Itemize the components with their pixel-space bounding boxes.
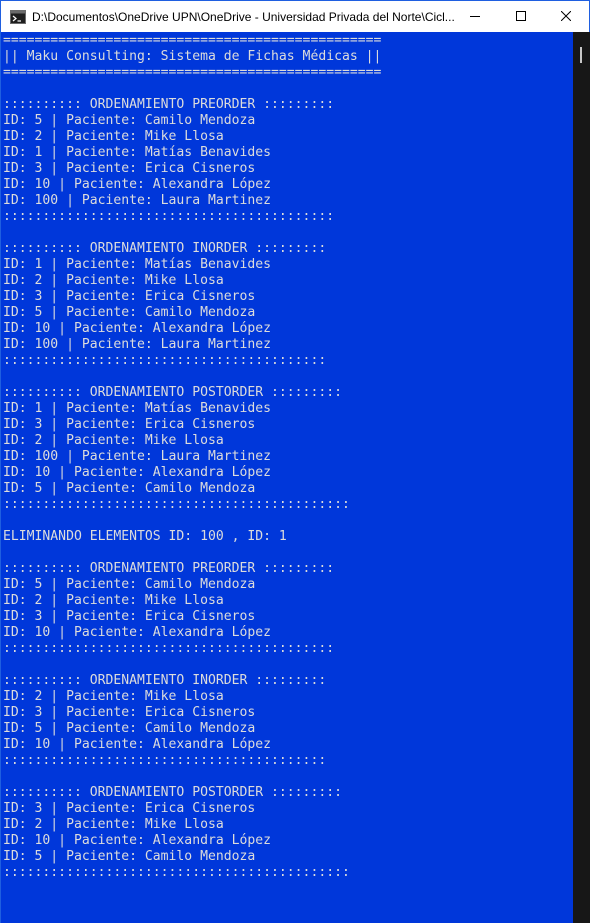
console-line: ::::::::::::::::::::::::::::::::::::::::… <box>3 209 335 224</box>
console-line: ID: 10 | Paciente: Alexandra López <box>3 321 272 336</box>
console-line: ::::::::::::::::::::::::::::::::::::::::… <box>3 865 350 880</box>
minimize-icon <box>470 8 480 26</box>
console-line: ::::::::::::::::::::::::::::::::::::::::… <box>3 497 350 512</box>
console-window: D:\Documentos\OneDrive UPN\OneDrive - Un… <box>0 0 590 923</box>
vertical-scrollbar[interactable] <box>573 32 590 923</box>
console-line: ========================================… <box>3 33 382 48</box>
console-line: ID: 10 | Paciente: Alexandra López <box>3 737 272 752</box>
console-line: ID: 10 | Paciente: Alexandra López <box>3 833 272 848</box>
console-line: ID: 100 | Paciente: Laura Martinez <box>3 449 272 464</box>
console-line: ELIMINANDO ELEMENTOS ID: 100 , ID: 1 <box>3 529 287 544</box>
maximize-icon <box>516 8 526 26</box>
minimize-button[interactable] <box>452 1 498 32</box>
console-line: ID: 2 | Paciente: Mike Llosa <box>3 593 224 608</box>
console-line: ========================================… <box>3 65 382 80</box>
console-line: ID: 3 | Paciente: Erica Cisneros <box>3 705 256 720</box>
console-line: ID: 2 | Paciente: Mike Llosa <box>3 817 224 832</box>
console-line: ID: 10 | Paciente: Alexandra López <box>3 465 272 480</box>
scrollbar-thumb[interactable] <box>580 47 582 63</box>
title-bar[interactable]: D:\Documentos\OneDrive UPN\OneDrive - Un… <box>1 1 589 32</box>
console-line: ID: 100 | Paciente: Laura Martinez <box>3 337 272 352</box>
console-line: ID: 5 | Paciente: Camilo Mendoza <box>3 577 256 592</box>
console-line: ID: 2 | Paciente: Mike Llosa <box>3 129 224 144</box>
close-icon <box>560 8 572 26</box>
console-line: ID: 10 | Paciente: Alexandra López <box>3 625 272 640</box>
console-text: ========================================… <box>3 33 381 881</box>
close-button[interactable] <box>543 1 589 32</box>
console-line: :::::::::: ORDENAMIENTO INORDER ::::::::… <box>3 673 327 688</box>
console-line: ID: 100 | Paciente: Laura Martinez <box>3 193 272 208</box>
maximize-button[interactable] <box>498 1 544 32</box>
console-line: :::::::::: ORDENAMIENTO POSTORDER ::::::… <box>3 385 342 400</box>
console-line: ::::::::::::::::::::::::::::::::::::::::… <box>3 353 327 368</box>
console-line: ID: 3 | Paciente: Erica Cisneros <box>3 801 256 816</box>
console-line: ID: 5 | Paciente: Camilo Mendoza <box>3 113 256 128</box>
console-line: ID: 3 | Paciente: Erica Cisneros <box>3 289 256 304</box>
console-line: ID: 2 | Paciente: Mike Llosa <box>3 689 224 704</box>
console-line: ID: 1 | Paciente: Matías Benavides <box>3 145 272 160</box>
console-line: :::::::::: ORDENAMIENTO PREORDER :::::::… <box>3 97 335 112</box>
window-title: D:\Documentos\OneDrive UPN\OneDrive - Un… <box>32 9 455 24</box>
console-line: :::::::::: ORDENAMIENTO POSTORDER ::::::… <box>3 785 342 800</box>
console-line: ID: 10 | Paciente: Alexandra López <box>3 177 272 192</box>
console-line: ID: 5 | Paciente: Camilo Mendoza <box>3 849 256 864</box>
console-output[interactable]: ========================================… <box>1 32 573 923</box>
console-line: ID: 2 | Paciente: Mike Llosa <box>3 273 224 288</box>
terminal-icon <box>10 9 26 25</box>
console-line: ID: 5 | Paciente: Camilo Mendoza <box>3 721 256 736</box>
console-line: :::::::::: ORDENAMIENTO INORDER ::::::::… <box>3 241 327 256</box>
console-line: ID: 5 | Paciente: Camilo Mendoza <box>3 305 256 320</box>
console-line: :::::::::: ORDENAMIENTO PREORDER :::::::… <box>3 561 335 576</box>
console-line: ::::::::::::::::::::::::::::::::::::::::… <box>3 641 335 656</box>
console-line: ID: 3 | Paciente: Erica Cisneros <box>3 417 256 432</box>
console-line: ::::::::::::::::::::::::::::::::::::::::… <box>3 753 327 768</box>
console-line: ID: 3 | Paciente: Erica Cisneros <box>3 161 256 176</box>
console-line: ID: 1 | Paciente: Matías Benavides <box>3 401 272 416</box>
console-line: ID: 3 | Paciente: Erica Cisneros <box>3 609 256 624</box>
console-line: ID: 2 | Paciente: Mike Llosa <box>3 433 224 448</box>
console-line: ID: 5 | Paciente: Camilo Mendoza <box>3 481 256 496</box>
console-line: ID: 1 | Paciente: Matías Benavides <box>3 257 272 272</box>
console-line: || Maku Consulting: Sistema de Fichas Mé… <box>3 49 382 64</box>
